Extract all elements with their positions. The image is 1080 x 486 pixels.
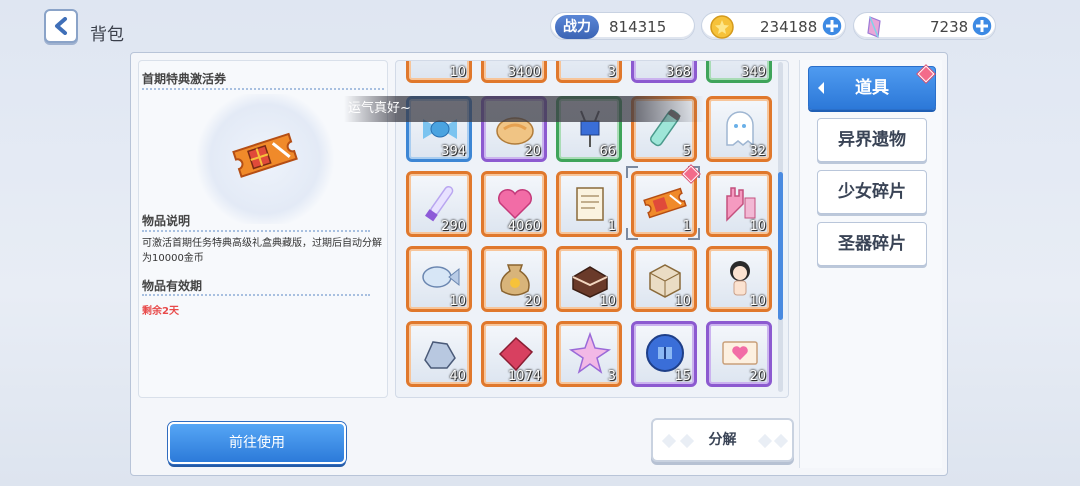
inventory-slot[interactable]: 1074 xyxy=(481,321,547,387)
inventory-slot[interactable]: 20 xyxy=(481,246,547,312)
clipboard-icon xyxy=(576,187,604,221)
inventory-slot[interactable]: 10 xyxy=(706,171,772,237)
power-label: 战力 xyxy=(555,15,599,39)
tab-artifact-shards[interactable]: 圣器碎片 xyxy=(817,222,927,266)
item-count: 1074 xyxy=(507,369,541,384)
inventory-slot[interactable]: 10 xyxy=(631,246,697,312)
validity-title: 物品有效期 xyxy=(142,279,203,293)
inventory-slot[interactable]: 3400 xyxy=(481,61,547,83)
item-count: 20 xyxy=(749,369,766,384)
item-name: 首期特典激活券 xyxy=(142,72,227,86)
item-count: 5 xyxy=(682,144,691,159)
tab-girl-shards[interactable]: 少女碎片 xyxy=(817,170,927,214)
item-count: 66 xyxy=(599,144,616,159)
gold-display: 234188 xyxy=(701,12,846,40)
item-count: 3400 xyxy=(507,65,541,80)
inventory-slot[interactable]: 3 xyxy=(556,321,622,387)
inventory-slot[interactable]: 10 xyxy=(406,246,472,312)
decompose-label: 分解 xyxy=(708,432,737,448)
item-count: 10 xyxy=(449,294,466,309)
item-count: 10 xyxy=(599,294,616,309)
inventory-slot[interactable]: 15 xyxy=(631,321,697,387)
arrow-left-icon xyxy=(818,82,824,94)
item-count: 10 xyxy=(449,65,466,80)
item-count: 4060 xyxy=(507,219,541,234)
divider xyxy=(142,294,370,296)
item-count: 32 xyxy=(749,144,766,159)
gold-coin-icon xyxy=(710,15,734,39)
item-count: 290 xyxy=(441,219,466,234)
item-count: 394 xyxy=(441,144,466,159)
item-description: 可激活首期任务特典高级礼盒典藏版，过期后自动分解为10000金币 xyxy=(142,238,382,264)
power-display: 战力 814315 xyxy=(550,12,695,40)
back-button[interactable] xyxy=(44,9,78,43)
inventory-slot[interactable]: 32 xyxy=(706,96,772,162)
gold-value: 234188 xyxy=(760,18,818,36)
desc-title: 物品说明 xyxy=(142,214,191,228)
item-count: 3 xyxy=(607,369,616,384)
star-crystal-icon xyxy=(568,331,612,374)
inventory-slot[interactable]: 290 xyxy=(406,171,472,237)
inventory-slot[interactable]: 10 xyxy=(706,246,772,312)
item-count: 15 xyxy=(674,369,691,384)
inventory-slot[interactable]: 10 xyxy=(556,246,622,312)
item-count: 20 xyxy=(524,144,541,159)
add-gold-icon[interactable] xyxy=(821,15,843,37)
item-count: 368 xyxy=(666,65,691,80)
inventory-slot[interactable]: 349 xyxy=(706,61,772,83)
item-count: 10 xyxy=(749,294,766,309)
power-value: 814315 xyxy=(609,18,667,36)
add-gem-icon[interactable] xyxy=(971,15,993,37)
gem-icon xyxy=(867,16,881,38)
tab-items[interactable]: 道具 xyxy=(808,66,936,110)
inventory-slot[interactable]: 4060 xyxy=(481,171,547,237)
inventory-slot[interactable]: 1 xyxy=(556,171,622,237)
selection-corner xyxy=(626,228,638,240)
item-count: 10 xyxy=(749,219,766,234)
item-count: 3 xyxy=(607,65,616,80)
validity-value: 剩余2天 xyxy=(142,306,179,317)
item-count: 10 xyxy=(674,294,691,309)
grid-scrollbar-thumb[interactable] xyxy=(778,172,783,320)
ticket-icon xyxy=(232,132,298,178)
item-count: 40 xyxy=(449,369,466,384)
divider xyxy=(142,230,370,232)
gem-value: 7238 xyxy=(930,18,969,36)
item-count: 1 xyxy=(607,219,616,234)
page-title: 背包 xyxy=(90,25,124,45)
selection-corner xyxy=(626,166,638,178)
inventory-slot[interactable]: 3 xyxy=(556,61,622,83)
ticket-icon xyxy=(643,187,687,219)
go-use-button[interactable]: 前往使用 xyxy=(168,422,346,464)
inventory-slot[interactable]: 10 xyxy=(406,61,472,83)
selection-corner xyxy=(688,228,700,240)
inventory-slot[interactable]: 40 xyxy=(406,321,472,387)
gem-display: 7238 xyxy=(853,12,996,40)
item-count: 349 xyxy=(741,65,766,80)
chevron-left-icon xyxy=(55,17,67,35)
toast-message: 运气真好~ xyxy=(344,96,704,122)
divider xyxy=(142,88,384,90)
item-count: 20 xyxy=(524,294,541,309)
inventory-slot[interactable]: 368 xyxy=(631,61,697,83)
tab-relics[interactable]: 异界遗物 xyxy=(817,118,927,162)
inventory-slot[interactable]: 20 xyxy=(706,321,772,387)
